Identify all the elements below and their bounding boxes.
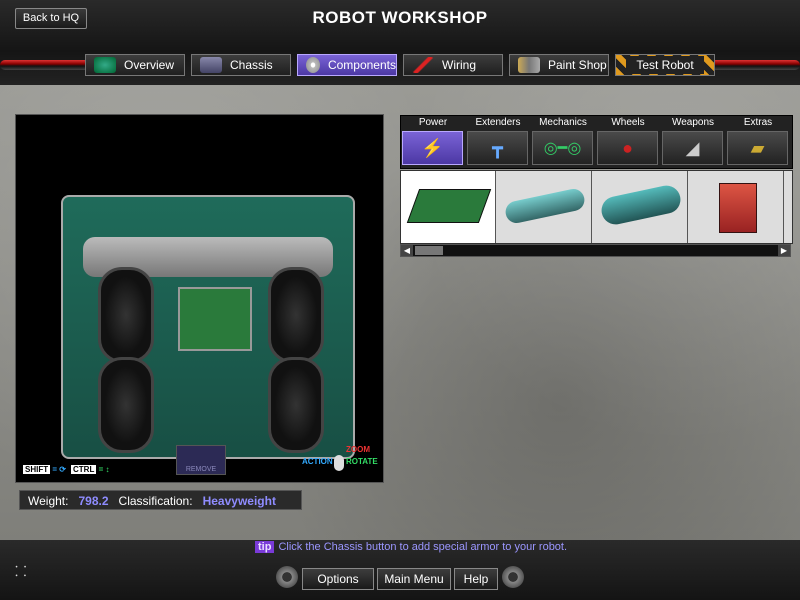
tab-components[interactable]: Components <box>297 54 397 76</box>
tab-wiring[interactable]: Wiring <box>403 54 503 76</box>
mouse-icon <box>334 455 344 471</box>
action-label: ACTION <box>302 457 333 466</box>
scroll-left-icon[interactable]: ◀ <box>401 245 413 256</box>
part-tank[interactable] <box>497 171 592 243</box>
battery-box-icon <box>719 183 757 233</box>
robot-chassis <box>61 195 355 459</box>
gear-icon <box>306 57 320 73</box>
category-mechanics[interactable]: Mechanics ◎━◎ <box>531 116 595 168</box>
zoom-label: ZOOM <box>346 445 370 454</box>
options-button[interactable]: Options <box>302 568 374 590</box>
tip-badge: tip <box>255 541 275 553</box>
wire-icon <box>412 57 434 73</box>
category-extenders[interactable]: Extenders ┳ <box>466 116 530 168</box>
help-button[interactable]: Help <box>454 568 498 590</box>
ctrl-move-hint: CTRL = ↕ <box>71 465 110 474</box>
lightning-icon: ⚡ <box>402 131 463 165</box>
tip-message: tip Click the Chassis button to add speci… <box>255 541 567 553</box>
wheel-icon: ● <box>597 131 658 165</box>
category-wheels[interactable]: Wheels ● <box>596 116 660 168</box>
spark-logo-icon: ⸬ <box>15 563 27 579</box>
scroll-right-icon[interactable]: ▶ <box>778 245 790 256</box>
part-list-scrollbar[interactable]: ◀ ▶ <box>400 244 791 257</box>
part-battery-box[interactable] <box>689 171 784 243</box>
blade-icon: ◢ <box>662 131 723 165</box>
globe-icon <box>94 57 116 73</box>
cable-right-decoration <box>710 60 800 70</box>
robot-wheel <box>98 357 154 453</box>
tank-icon <box>503 186 587 226</box>
tab-test-robot[interactable]: Test Robot <box>615 54 715 76</box>
main-menu-button[interactable]: Main Menu <box>377 568 451 590</box>
remove-part-button[interactable]: REMOVE <box>176 445 226 475</box>
robot-3d-viewport[interactable]: SHIFT = ⟳ CTRL = ↕ REMOVE ACTION ZOOM RO… <box>15 114 384 483</box>
scroll-thumb[interactable] <box>415 246 443 255</box>
rotate-label: ROTATE <box>346 457 378 466</box>
page-title: ROBOT WORKSHOP <box>312 8 488 27</box>
extras-icon: ▰ <box>727 131 788 165</box>
chassis-icon <box>200 57 222 73</box>
tab-chassis[interactable]: Chassis <box>191 54 291 76</box>
back-to-hq-button[interactable]: Back to HQ <box>15 8 87 29</box>
co2-tank-icon <box>598 182 684 228</box>
category-extras[interactable]: Extras ▰ <box>726 116 790 168</box>
category-power[interactable]: Power ⚡ <box>401 116 465 168</box>
circuit-board-icon <box>406 189 492 223</box>
gear-left-icon <box>276 566 298 588</box>
category-weapons[interactable]: Weapons ◢ <box>661 116 725 168</box>
robot-wheel <box>268 267 324 363</box>
extender-icon: ┳ <box>467 131 528 165</box>
part-circuit-board[interactable] <box>401 171 496 243</box>
robot-wheel <box>98 267 154 363</box>
robot-wheel <box>268 357 324 453</box>
part-list <box>400 170 793 244</box>
weight-value: 798.2 <box>78 494 109 508</box>
robot-circuit-board <box>178 287 252 351</box>
classification-value: Heavyweight <box>202 494 276 508</box>
cable-left-decoration <box>0 60 90 70</box>
robot-stats-bar: Weight: 798.2 Classification: Heavyweigh… <box>19 490 302 510</box>
tab-paint-shop[interactable]: Paint Shop <box>509 54 609 76</box>
part-co2-tank[interactable] <box>593 171 688 243</box>
shift-rotate-hint: SHIFT = ⟳ <box>23 465 66 474</box>
chain-icon: ◎━◎ <box>532 131 593 165</box>
tab-overview[interactable]: Overview <box>85 54 185 76</box>
gear-right-icon <box>502 566 524 588</box>
hazard-icon: Test Robot <box>626 56 704 74</box>
part-category-bar: Power ⚡ Extenders ┳ Mechanics ◎━◎ Wheels… <box>400 115 793 169</box>
paint-icon <box>518 57 540 73</box>
